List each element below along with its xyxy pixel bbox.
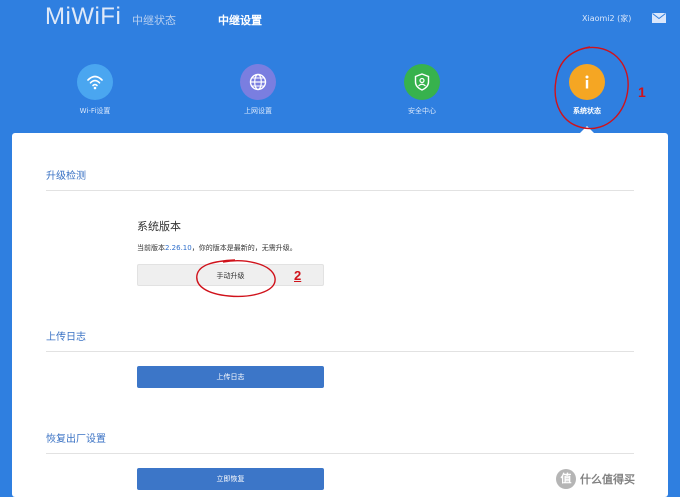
- system-status-panel: 升级检测 系统版本 当前版本2.26.10，你的版本是最新的，无需升级。 手动升…: [12, 133, 668, 497]
- upgrade-check-title: 升级检测: [46, 171, 86, 182]
- section-divider: [46, 351, 634, 352]
- factory-reset-title: 恢复出厂设置: [46, 434, 106, 445]
- nav-system-status[interactable]: 系统状态: [547, 64, 627, 116]
- version-suffix: ，你的版本是最新的，无需升级。: [191, 244, 297, 252]
- top-bar: MiWiFi 中继状态 中继设置 Xiaomi2 (家): [0, 0, 680, 40]
- annotation-number-1: 1: [638, 84, 646, 100]
- miwifi-logo: MiWiFi: [45, 3, 122, 30]
- tab-relay-settings[interactable]: 中继设置: [218, 12, 262, 28]
- system-version-title: 系统版本: [137, 220, 181, 233]
- tab-relay-status[interactable]: 中继状态: [132, 12, 176, 28]
- watermark-icon: 值: [556, 469, 576, 489]
- globe-icon: [240, 64, 276, 100]
- security-center-label: 安全中心: [408, 107, 436, 115]
- system-status-label: 系统状态: [573, 107, 601, 115]
- nav-internet-settings[interactable]: 上网设置: [218, 64, 298, 116]
- info-icon: [569, 64, 605, 100]
- router-name-dropdown[interactable]: Xiaomi2 (家): [582, 13, 631, 24]
- nav-wifi-settings[interactable]: Wi-Fi设置: [55, 64, 135, 116]
- version-status-text: 当前版本2.26.10，你的版本是最新的，无需升级。: [137, 243, 297, 253]
- section-divider: [46, 453, 634, 454]
- wifi-icon: [77, 64, 113, 100]
- factory-reset-button[interactable]: 立即恢复: [137, 468, 324, 490]
- active-tab-pointer: [580, 126, 594, 133]
- annotation-number-2: 2: [294, 268, 302, 283]
- version-prefix: 当前版本: [137, 244, 165, 252]
- watermark: 值 什么值得买: [556, 468, 676, 490]
- shield-icon: [404, 64, 440, 100]
- nav-security-center[interactable]: 安全中心: [382, 64, 462, 116]
- watermark-text: 什么值得买: [580, 473, 635, 486]
- mail-icon[interactable]: [652, 13, 666, 23]
- upload-log-button[interactable]: 上传日志: [137, 366, 324, 388]
- wifi-settings-label: Wi-Fi设置: [79, 107, 111, 115]
- internet-settings-label: 上网设置: [244, 107, 272, 115]
- version-number: 2.26.10: [165, 244, 192, 252]
- upload-log-title: 上传日志: [46, 332, 86, 343]
- section-divider: [46, 190, 634, 191]
